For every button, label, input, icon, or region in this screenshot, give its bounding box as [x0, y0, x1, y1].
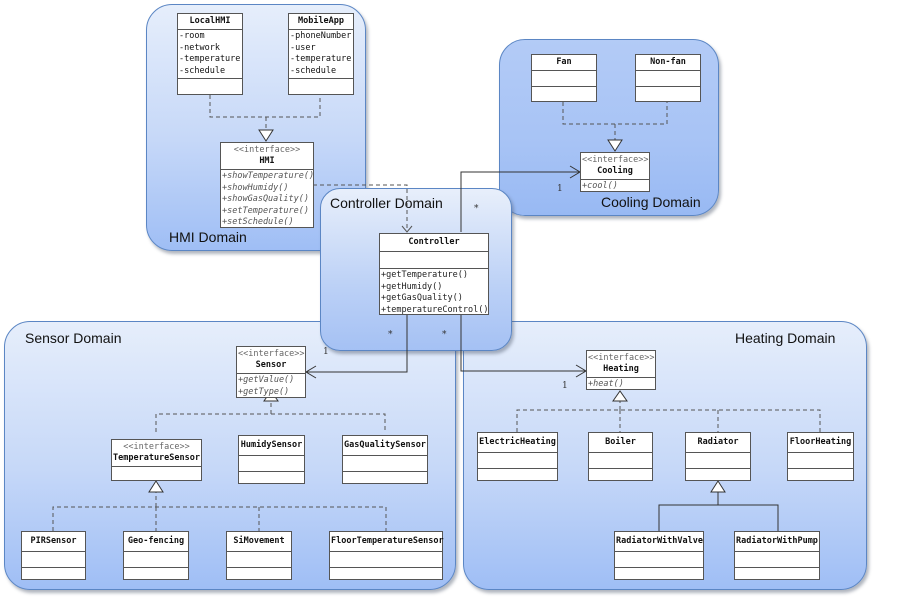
multiplicity-sensor-many: * [388, 330, 393, 340]
operation: +getHumidy() [381, 281, 443, 292]
class-humidy-sensor[interactable]: HumidySensor [238, 435, 305, 484]
attribute: -temperature [290, 54, 352, 64]
stereotype: <<interface>> [123, 442, 190, 452]
class-name: Heating [603, 364, 639, 374]
multiplicity-cooling-many: * [474, 204, 479, 214]
class-name: LocalHMI [189, 16, 231, 26]
multiplicity-heating-one: 1 [562, 381, 568, 391]
class-floor-temperature-sensor[interactable]: FloorTemperatureSensor [329, 531, 444, 580]
stereotype: <<interface>> [238, 349, 305, 359]
class-name: Geo-fencing [127, 536, 185, 546]
class-name: Cooling [597, 166, 633, 176]
class-name: RadiatorWithValve [616, 536, 703, 546]
class-hmi-interface[interactable]: <<interface>> HMI +showTemperature() +sh… [220, 142, 314, 228]
class-name: ElectricHeating [479, 437, 556, 447]
operation: +cool() [582, 181, 618, 191]
attribute: -room [179, 31, 205, 41]
class-floor-heating[interactable]: FloorHeating [787, 432, 854, 481]
operation: +showTemperature() [222, 171, 315, 181]
class-name: Sensor [255, 360, 287, 370]
operations-section [289, 79, 353, 91]
class-name: TemperatureSensor [113, 453, 200, 463]
class-name: GasQualitySensor [344, 440, 426, 450]
class-name: SiMovement [233, 536, 285, 546]
class-name: Fan [556, 57, 572, 67]
operation: +temperatureControl() [381, 304, 489, 315]
class-name: HumidySensor [240, 440, 303, 450]
class-si-movement[interactable]: SiMovement [226, 531, 292, 580]
stereotype: <<interface>> [588, 353, 655, 363]
class-non-fan[interactable]: Non-fan [635, 54, 701, 102]
class-cooling-interface[interactable]: <<interface>> Cooling +cool() [580, 152, 650, 192]
class-pir-sensor[interactable]: PIRSensor [21, 531, 86, 580]
stereotype: <<interface>> [582, 155, 649, 165]
heating-domain-label: Heating Domain [735, 330, 836, 346]
class-name: Non-fan [650, 57, 686, 67]
operation: +heat() [588, 379, 624, 389]
class-geo-fencing[interactable]: Geo-fencing [123, 531, 189, 580]
class-name: FloorTemperatureSensor [331, 536, 444, 546]
class-heating-interface[interactable]: <<interface>> Heating +heat() [586, 350, 656, 390]
class-name: RadiatorWithPump [736, 536, 818, 546]
class-fan[interactable]: Fan [531, 54, 597, 102]
class-electric-heating[interactable]: ElectricHeating [477, 432, 558, 481]
class-sensor-interface[interactable]: <<interface>> Sensor +getValue() +getTyp… [236, 346, 306, 398]
class-name: HMI [259, 156, 275, 166]
cooling-domain-label: Cooling Domain [601, 194, 701, 210]
operation: +getType() [238, 386, 290, 397]
stereotype: <<interface>> [233, 145, 301, 155]
class-name: Radiator [697, 437, 739, 447]
class-radiator-with-valve[interactable]: RadiatorWithValve [614, 531, 704, 580]
hmi-domain-label: HMI Domain [169, 229, 247, 245]
class-boiler[interactable]: Boiler [588, 432, 653, 481]
class-temperature-sensor[interactable]: <<interface>> TemperatureSensor [111, 439, 202, 481]
multiplicity-heating-many: * [442, 330, 447, 340]
operation: +getValue() [238, 375, 295, 385]
attribute: -schedule [290, 65, 337, 76]
sensor-domain-label: Sensor Domain [25, 330, 122, 346]
attribute: -phoneNumber [290, 31, 352, 41]
class-radiator-with-pump[interactable]: RadiatorWithPump [734, 531, 820, 580]
operation: +getTemperature() [381, 270, 468, 280]
class-name: PIRSensor [30, 536, 77, 546]
class-gas-quality-sensor[interactable]: GasQualitySensor [342, 435, 428, 484]
class-name: FloorHeating [789, 437, 852, 447]
class-controller[interactable]: Controller +getTemperature() +getHumidy(… [379, 233, 489, 315]
attribute: -network [179, 42, 220, 53]
operation: +showHumidy() [222, 182, 289, 193]
controller-domain-label: Controller Domain [330, 195, 443, 211]
operation: +setTemperature() [222, 205, 309, 216]
class-radiator[interactable]: Radiator [685, 432, 751, 481]
operation: +getGasQuality() [381, 293, 463, 303]
class-name: MobileApp [297, 16, 345, 26]
class-mobileapp[interactable]: MobileApp -phoneNumber -user -temperatur… [288, 13, 354, 95]
operations-section [178, 79, 242, 91]
operation: +setSchedule() [222, 217, 294, 227]
multiplicity-sensor-one: 1 [323, 347, 329, 357]
operation: +showGasQuality() [222, 194, 309, 204]
class-name: Boiler [605, 437, 636, 447]
attribute: -temperature [179, 54, 241, 64]
class-name: Controller [408, 237, 460, 247]
class-localhmi[interactable]: LocalHMI -room -network -temperature -sc… [177, 13, 243, 95]
attribute: -user [290, 42, 316, 53]
attribute: -schedule [179, 65, 226, 76]
multiplicity-cooling-one: 1 [557, 184, 563, 194]
